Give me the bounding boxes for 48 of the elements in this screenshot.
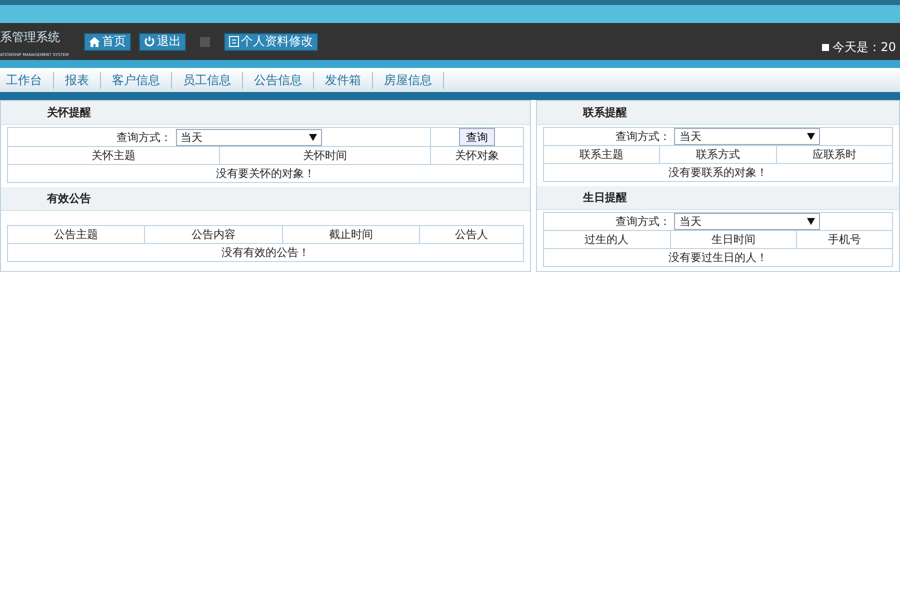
column-header: 生日时间 <box>670 230 797 248</box>
separator-icon <box>200 36 210 46</box>
bullet-icon <box>822 44 829 51</box>
column-header: 关怀时间 <box>219 146 431 164</box>
column-header: 过生的人 <box>543 230 670 248</box>
panel-header: 联系提醒 <box>536 101 899 125</box>
date-label: 今天是：20 <box>832 39 896 56</box>
card-icon <box>229 36 239 47</box>
nav-item[interactable]: 客户信息 <box>101 72 172 88</box>
app-title: 系管理系统 <box>0 28 61 46</box>
header-button[interactable]: 首页 <box>84 32 131 50</box>
panel-header: 关怀提醒 <box>1 101 530 125</box>
dropdown-arrow-icon <box>308 134 317 140</box>
empty-message: 没有要关怀的对象！ <box>8 164 524 182</box>
column-header: 关怀主题 <box>8 146 220 164</box>
column-header: 应联系时 <box>776 146 892 164</box>
nav-item[interactable]: 房屋信息 <box>373 72 444 88</box>
column-header: 手机号 <box>796 230 892 248</box>
dropdown-arrow-icon <box>807 218 816 225</box>
query-select[interactable]: 当天 <box>674 128 820 145</box>
empty-message: 没有有效的公告！ <box>8 244 524 262</box>
nav-item[interactable]: 公告信息 <box>243 72 314 88</box>
power-icon <box>144 36 155 47</box>
column-header: 关怀对象 <box>430 146 524 164</box>
query-button[interactable]: 查询 <box>459 128 496 146</box>
panel-header: 有效公告 <box>1 187 530 211</box>
query-label: 查询方式： <box>615 129 670 144</box>
query-select[interactable]: 当天 <box>176 128 322 146</box>
query-label: 查询方式： <box>116 130 172 144</box>
header-button[interactable]: 退出 <box>139 32 186 50</box>
column-header: 截止时间 <box>282 226 420 244</box>
empty-message: 没有要过生日的人！ <box>543 248 892 266</box>
panel-header: 生日提醒 <box>536 186 899 210</box>
column-header: 公告主题 <box>8 226 145 244</box>
query-select[interactable]: 当天 <box>674 213 820 230</box>
nav-item[interactable]: 报表 <box>54 72 101 88</box>
query-label: 查询方式： <box>615 214 670 229</box>
nav-item[interactable]: 发件箱 <box>314 72 373 88</box>
header-button[interactable]: 个人资料修改 <box>224 32 318 50</box>
column-header: 公告内容 <box>144 226 282 244</box>
column-header: 联系主题 <box>543 146 660 164</box>
dropdown-arrow-icon <box>807 133 816 140</box>
empty-message: 没有要联系的对象！ <box>543 164 892 182</box>
nav-item[interactable]: 员工信息 <box>172 72 243 88</box>
home-icon <box>89 36 100 46</box>
column-header: 联系方式 <box>660 146 776 164</box>
nav-item[interactable]: 工作台 <box>0 72 54 88</box>
column-header: 公告人 <box>420 226 524 244</box>
